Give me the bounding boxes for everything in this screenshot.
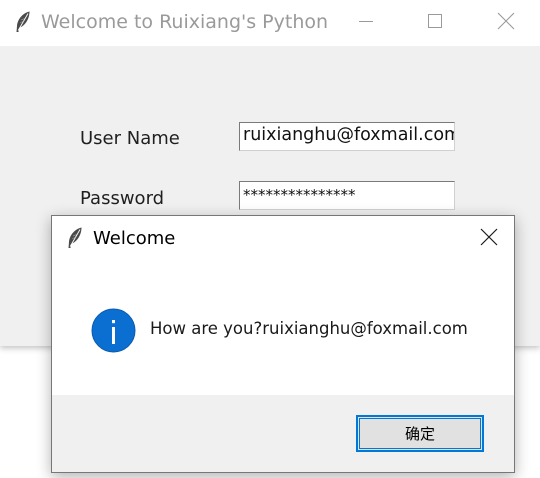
feather-icon (66, 226, 84, 254)
password-field[interactable]: *************** (239, 181, 455, 210)
minimize-button[interactable] (343, 0, 389, 46)
window-title: Welcome to Ruixiang's Python (41, 11, 329, 33)
welcome-dialog: Welcome How are you?ruixianghu@foxmail.c… (51, 215, 515, 473)
info-icon (91, 308, 136, 353)
ok-button-label: 确定 (404, 425, 435, 443)
username-label: User Name (80, 128, 180, 149)
maximize-button[interactable] (412, 0, 458, 46)
dialog-message: How are you?ruixianghu@foxmail.com (150, 319, 468, 338)
close-button[interactable] (483, 0, 529, 46)
minimize-icon (358, 13, 374, 33)
ok-button[interactable]: 确定 (356, 415, 484, 452)
maximize-icon (427, 13, 443, 33)
close-icon (497, 12, 515, 34)
dialog-close-button[interactable] (473, 223, 505, 255)
dialog-button-bar: 确定 (52, 395, 514, 472)
feather-icon (14, 10, 32, 38)
close-icon (480, 228, 498, 250)
dialog-title: Welcome (93, 228, 176, 249)
password-label: Password (80, 188, 165, 209)
main-title-bar[interactable]: Welcome to Ruixiang's Python (0, 0, 540, 46)
username-field[interactable]: ruixianghu@foxmail.com (239, 122, 455, 151)
